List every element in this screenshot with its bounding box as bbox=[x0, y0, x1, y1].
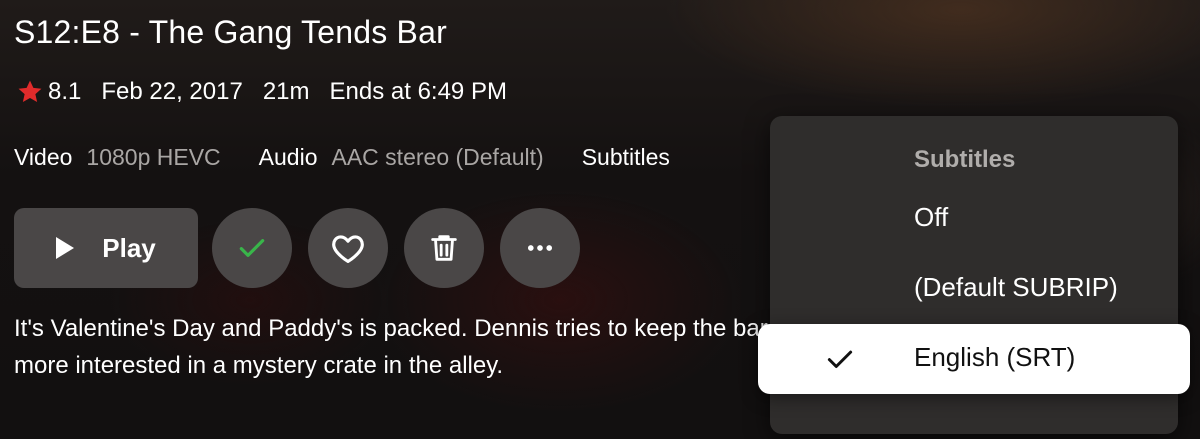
play-icon bbox=[56, 237, 75, 259]
action-buttons: Play bbox=[14, 208, 596, 288]
play-button[interactable]: Play bbox=[14, 208, 198, 288]
episode-title: S12:E8 - The Gang Tends Bar bbox=[14, 14, 447, 50]
subtitle-option-english-label: English (SRT) bbox=[914, 342, 1076, 372]
video-label: Video bbox=[14, 144, 73, 170]
subtitles-label: Subtitles bbox=[581, 144, 670, 170]
audio-value[interactable]: AAC stereo (Default) bbox=[332, 144, 544, 171]
favorite-button[interactable] bbox=[308, 208, 388, 288]
heart-icon bbox=[332, 235, 364, 264]
stream-info: Video 1080p HEVC Audio AAC stereo (Defau… bbox=[14, 144, 684, 171]
subtitle-option-off[interactable]: Off bbox=[914, 202, 948, 233]
trash-icon bbox=[431, 235, 457, 261]
star-icon bbox=[18, 80, 42, 103]
ends-at: Ends at 6:49 PM bbox=[329, 78, 507, 105]
subtitle-option-default[interactable]: (Default SUBRIP) bbox=[914, 272, 1118, 303]
runtime: 21m bbox=[262, 78, 310, 105]
more-icon bbox=[527, 245, 553, 251]
video-value[interactable]: 1080p HEVC bbox=[86, 144, 220, 171]
check-icon bbox=[827, 350, 853, 368]
play-label: Play bbox=[102, 232, 156, 263]
more-options-button[interactable] bbox=[500, 208, 580, 288]
check-icon bbox=[239, 239, 265, 257]
episode-meta: 8.1 Feb 22, 2017 21m Ends at 6:49 PM bbox=[16, 78, 507, 106]
delete-button[interactable] bbox=[404, 208, 484, 288]
audio-label: Audio bbox=[258, 144, 318, 170]
subtitle-menu-title: Subtitles bbox=[914, 146, 1016, 173]
subtitle-option-english-selected[interactable]: English (SRT) bbox=[758, 324, 1190, 394]
community-rating: 8.1 bbox=[48, 78, 82, 105]
mark-watched-button[interactable] bbox=[212, 208, 292, 288]
air-date: Feb 22, 2017 bbox=[101, 78, 243, 105]
